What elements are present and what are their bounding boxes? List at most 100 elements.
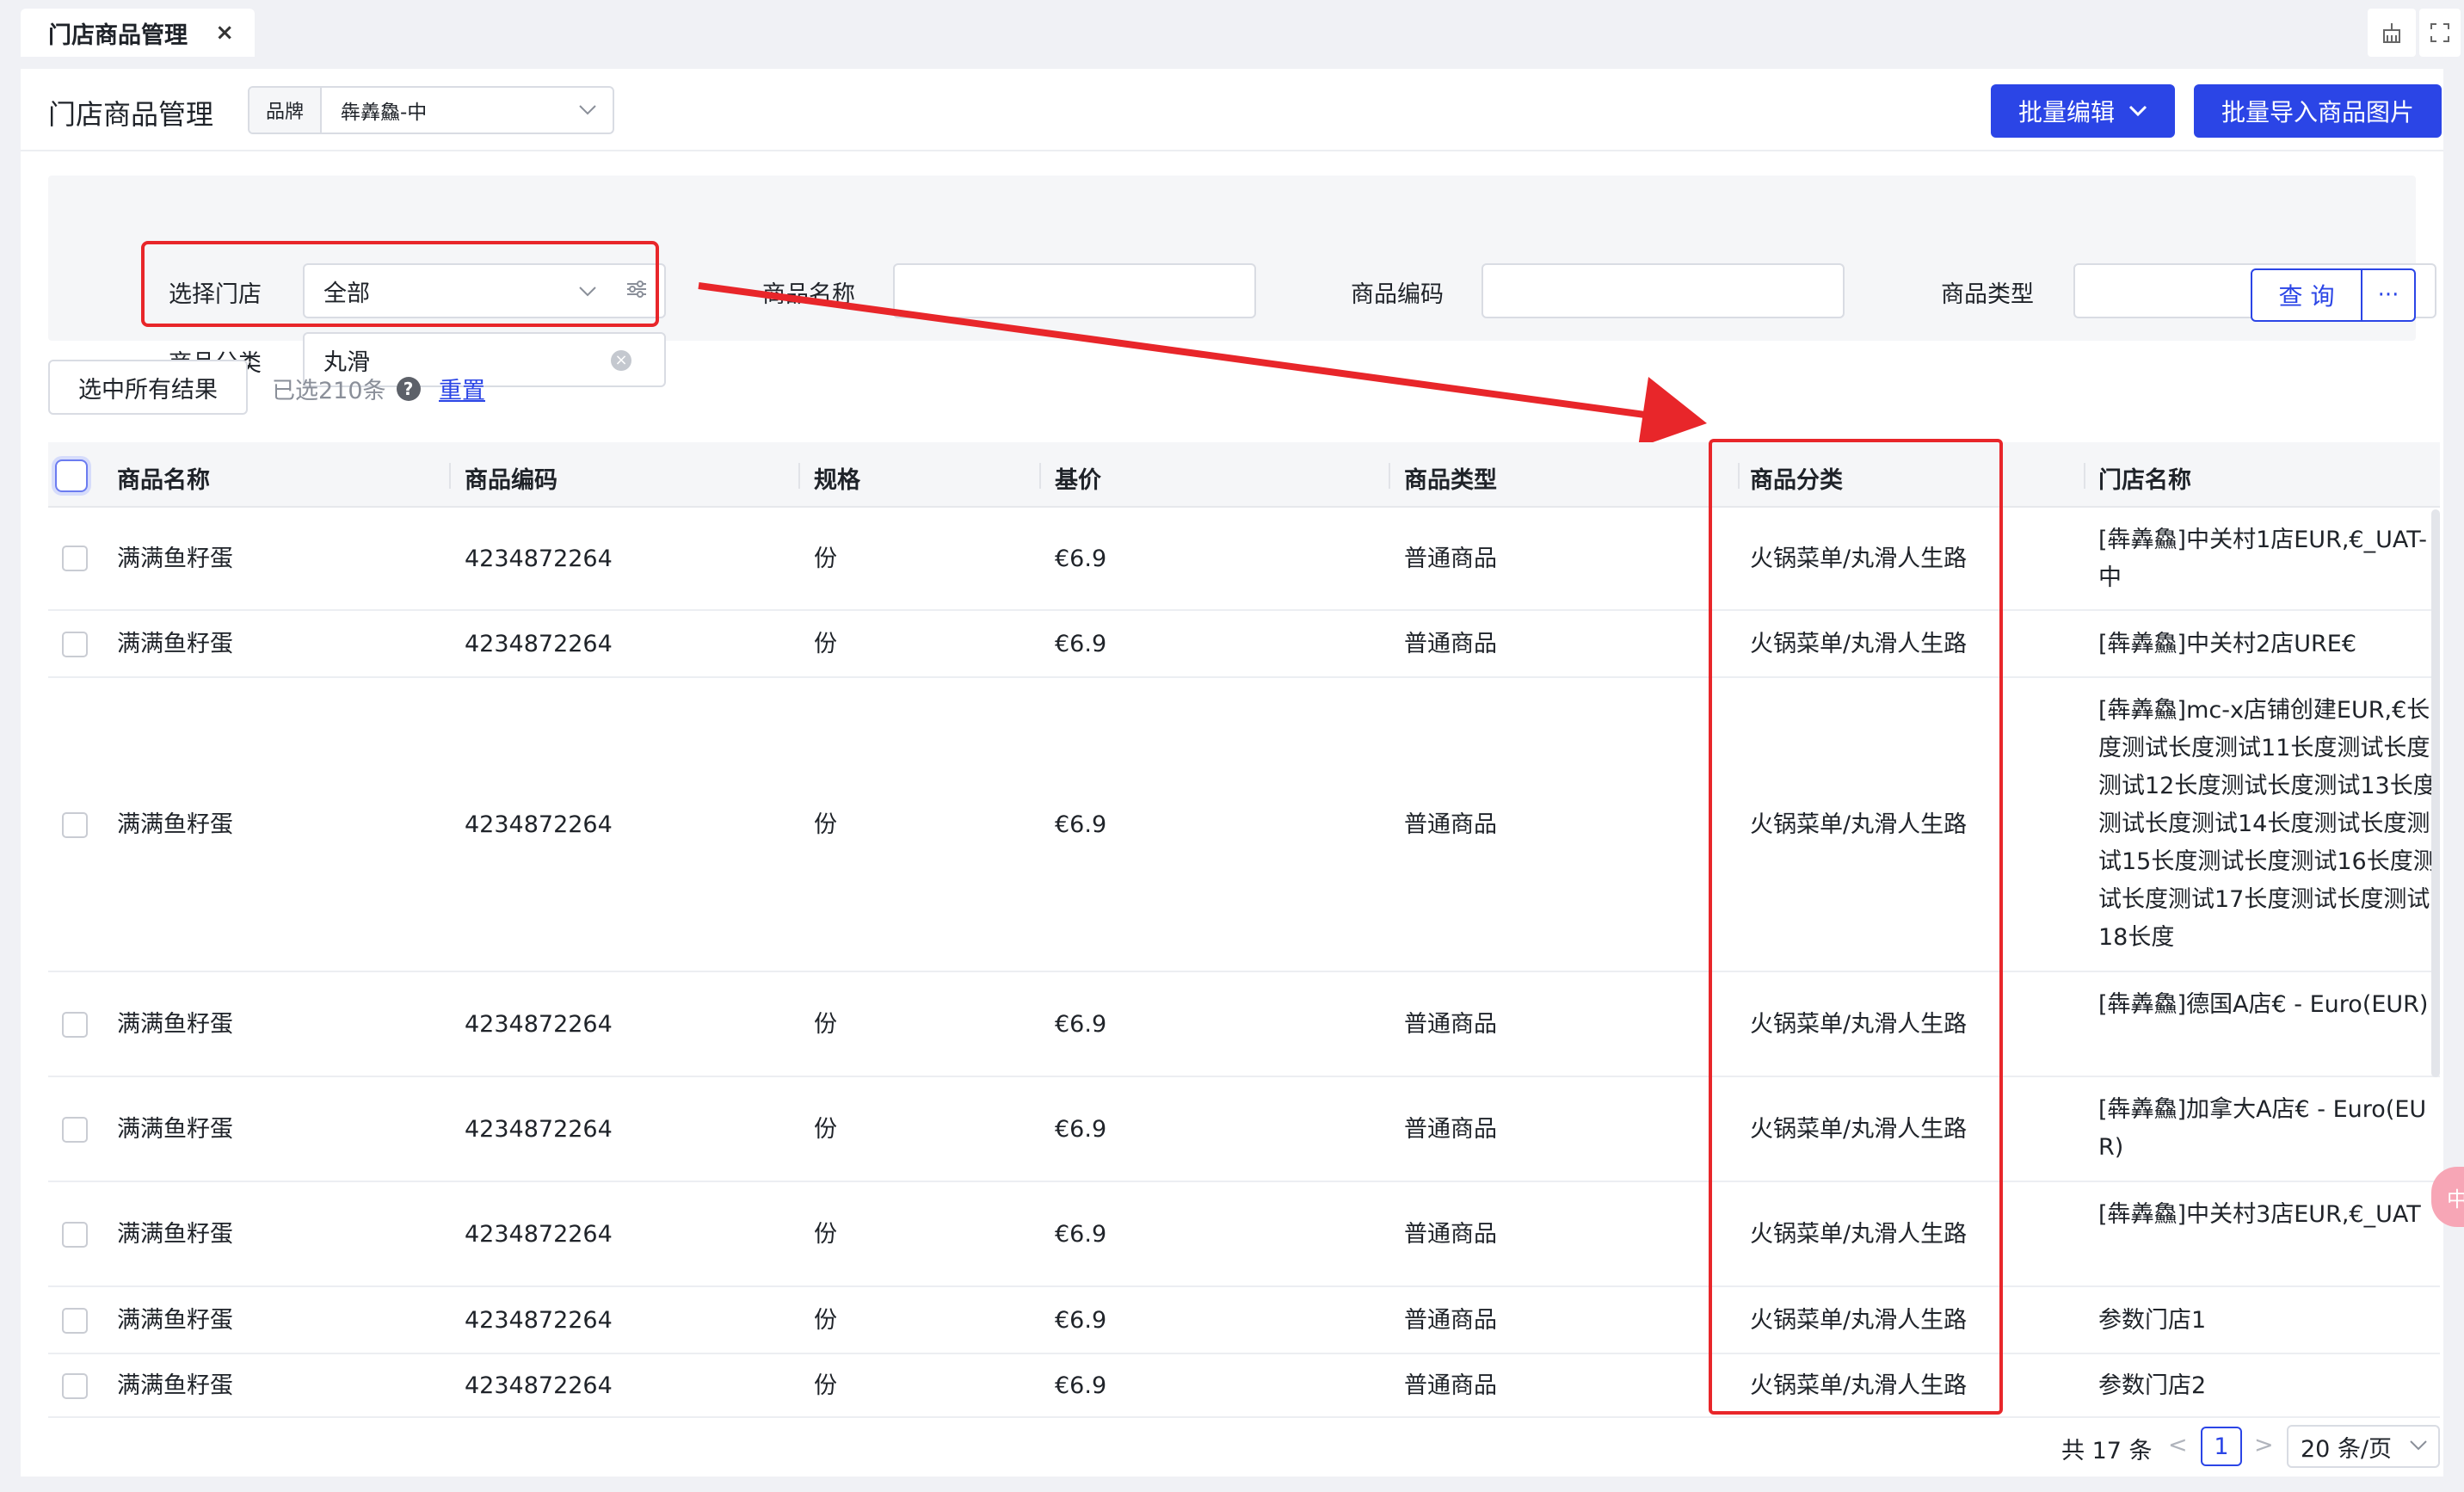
- batch-import-images-button[interactable]: 批量导入商品图片: [2194, 84, 2442, 138]
- chevron-down-icon: [2128, 105, 2147, 117]
- cell-spec: 份: [814, 1116, 837, 1143]
- cell-spec: 份: [814, 1011, 837, 1038]
- cell-type: 普通商品: [1404, 1011, 1497, 1038]
- column-header-category[interactable]: 商品分类: [1750, 461, 1843, 495]
- row-checkbox[interactable]: [62, 1222, 88, 1248]
- cell-store: 参数门店2: [2098, 1372, 2207, 1399]
- help-icon[interactable]: ?: [396, 376, 421, 401]
- table-row[interactable]: 满满鱼籽蛋 4234872264 份 €6.9 普通商品 火锅菜单/丸滑人生路 …: [48, 1287, 2440, 1354]
- column-separator: [2084, 463, 2085, 489]
- cell-name: 满满鱼籽蛋: [117, 631, 233, 657]
- column-header-price[interactable]: 基价: [1055, 461, 1101, 495]
- table-row[interactable]: 满满鱼籽蛋 4234872264 份 €6.9 普通商品 火锅菜单/丸滑人生路 …: [48, 1354, 2440, 1418]
- vertical-scrollbar[interactable]: [2431, 509, 2440, 1077]
- cell-code: 4234872264: [465, 1116, 613, 1143]
- cell-category: 火锅菜单/丸滑人生路: [1750, 1221, 1968, 1248]
- cell-name: 满满鱼籽蛋: [117, 1116, 233, 1143]
- cell-name: 满满鱼籽蛋: [117, 1221, 233, 1248]
- pagination-prev-icon[interactable]: <: [2168, 1432, 2188, 1458]
- cell-spec: 份: [814, 811, 837, 838]
- table-row[interactable]: 满满鱼籽蛋 4234872264 份 €6.9 普通商品 火锅菜单/丸滑人生路 …: [48, 611, 2440, 678]
- cell-price: €6.9: [1055, 1221, 1107, 1248]
- chevron-down-icon: [578, 100, 613, 121]
- expand-icon: [2430, 23, 2449, 42]
- brand-label: 品牌: [249, 88, 322, 133]
- tab-label: 门店商品管理: [48, 22, 188, 49]
- tab-bar: 门店商品管理 ×: [0, 0, 2464, 69]
- column-header-store[interactable]: 门店名称: [2098, 461, 2191, 495]
- cell-price: €6.9: [1055, 631, 1107, 657]
- column-header-code[interactable]: 商品编码: [465, 461, 557, 495]
- cell-price: €6.9: [1055, 1011, 1107, 1038]
- column-header-name[interactable]: 商品名称: [117, 461, 210, 495]
- tab-store-product-management[interactable]: 门店商品管理 ×: [21, 9, 255, 57]
- page-size-select[interactable]: 20 条/页: [2287, 1425, 2440, 1468]
- cell-code: 4234872264: [465, 631, 613, 657]
- cell-code: 4234872264: [465, 1221, 613, 1248]
- cell-category: 火锅菜单/丸滑人生路: [1750, 631, 1968, 657]
- clear-icon[interactable]: [2368, 9, 2416, 57]
- cell-category: 火锅菜单/丸滑人生路: [1750, 811, 1968, 838]
- cell-type: 普通商品: [1404, 1372, 1497, 1399]
- column-separator: [1738, 463, 1740, 489]
- column-header-type[interactable]: 商品类型: [1404, 461, 1497, 495]
- table-row[interactable]: 满满鱼籽蛋 4234872264 份 €6.9 普通商品 火锅菜单/丸滑人生路 …: [48, 678, 2440, 972]
- annotation-arrow-icon: [698, 282, 1707, 447]
- batch-edit-button[interactable]: 批量编辑: [1991, 84, 2175, 138]
- cell-category: 火锅菜单/丸滑人生路: [1750, 1307, 1968, 1334]
- cell-type: 普通商品: [1404, 1307, 1497, 1334]
- cell-name: 满满鱼籽蛋: [117, 811, 233, 838]
- cell-price: €6.9: [1055, 1307, 1107, 1334]
- column-separator: [1039, 463, 1041, 489]
- fullscreen-icon[interactable]: [2419, 9, 2461, 57]
- cell-store: [犇羴鱻]德国A店€ - Euro(EUR): [2098, 991, 2429, 1018]
- product-type-label: 商品类型: [1941, 281, 2034, 308]
- cell-store: [犇羴鱻]加拿大A店€ - Euro(EUR): [2098, 1096, 2427, 1161]
- cell-store: 参数门店1: [2098, 1307, 2207, 1334]
- row-checkbox[interactable]: [62, 1117, 88, 1143]
- table-row[interactable]: 满满鱼籽蛋 4234872264 份 €6.9 普通商品 火锅菜单/丸滑人生路 …: [48, 1077, 2440, 1182]
- query-button[interactable]: 查 询: [2251, 268, 2362, 322]
- cell-code: 4234872264: [465, 1372, 613, 1399]
- table-row[interactable]: 满满鱼籽蛋 4234872264 份 €6.9 普通商品 火锅菜单/丸滑人生路 …: [48, 972, 2440, 1077]
- cell-spec: 份: [814, 1307, 837, 1334]
- cell-code: 4234872264: [465, 546, 613, 572]
- row-checkbox[interactable]: [62, 632, 88, 657]
- table-row[interactable]: 满满鱼籽蛋 4234872264 份 €6.9 普通商品 火锅菜单/丸滑人生路 …: [48, 508, 2440, 611]
- cell-store: [犇羴鱻]中关村2店URE€: [2098, 631, 2357, 657]
- cell-category: 火锅菜单/丸滑人生路: [1750, 546, 1968, 572]
- batch-import-label: 批量导入商品图片: [2221, 98, 2414, 126]
- selected-count: 已选210条 ?: [272, 372, 421, 405]
- cell-price: €6.9: [1055, 546, 1107, 572]
- cell-spec: 份: [814, 546, 837, 572]
- more-icon[interactable]: ···: [2362, 268, 2416, 322]
- pagination-page-1[interactable]: 1: [2201, 1427, 2242, 1466]
- close-icon[interactable]: ×: [215, 21, 234, 45]
- cell-name: 满满鱼籽蛋: [117, 1011, 233, 1038]
- row-checkbox[interactable]: [62, 546, 88, 571]
- table-row[interactable]: 满满鱼籽蛋 4234872264 份 €6.9 普通商品 火锅菜单/丸滑人生路 …: [48, 1182, 2440, 1287]
- cell-type: 普通商品: [1404, 1221, 1497, 1248]
- cell-spec: 份: [814, 1372, 837, 1399]
- pagination-next-icon[interactable]: >: [2254, 1432, 2274, 1458]
- table-header: 商品名称 商品编码 规格 基价 商品类型 商品分类 门店名称: [48, 442, 2440, 508]
- column-header-spec[interactable]: 规格: [814, 461, 860, 495]
- cell-code: 4234872264: [465, 1307, 613, 1334]
- row-checkbox[interactable]: [62, 1373, 88, 1399]
- row-checkbox[interactable]: [62, 812, 88, 838]
- column-separator: [1389, 463, 1390, 489]
- cell-price: €6.9: [1055, 1116, 1107, 1143]
- cell-price: €6.9: [1055, 1372, 1107, 1399]
- cell-type: 普通商品: [1404, 811, 1497, 838]
- brand-select[interactable]: 品牌 犇羴鱻-中: [248, 86, 614, 134]
- row-checkbox[interactable]: [62, 1308, 88, 1334]
- row-checkbox[interactable]: [62, 1012, 88, 1038]
- reset-link[interactable]: 重置: [439, 372, 485, 405]
- cell-category: 火锅菜单/丸滑人生路: [1750, 1372, 1968, 1399]
- cell-name: 满满鱼籽蛋: [117, 546, 233, 572]
- cell-category: 火锅菜单/丸滑人生路: [1750, 1011, 1968, 1038]
- select-all-results-button[interactable]: 选中所有结果: [48, 360, 248, 415]
- select-all-checkbox[interactable]: [55, 459, 88, 492]
- clear-icon[interactable]: ×: [611, 350, 631, 371]
- query-button-group: 查 询 ···: [2251, 268, 2416, 322]
